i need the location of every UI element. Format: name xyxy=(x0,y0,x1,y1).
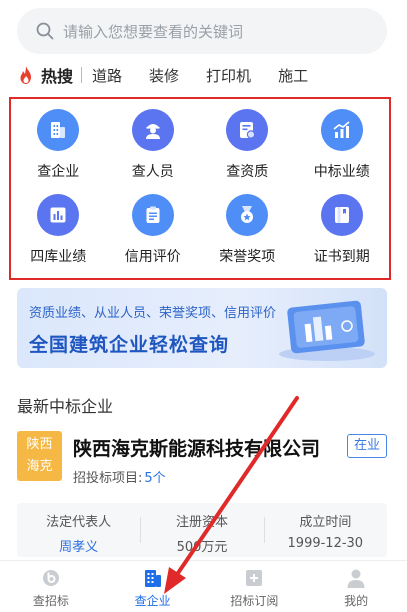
category-credit[interactable]: 信用评价 xyxy=(106,193,201,279)
section-title: 最新中标企业 xyxy=(17,397,114,416)
category-label: 查资质 xyxy=(226,164,269,180)
building-icon xyxy=(37,109,80,151)
category-honors[interactable]: 荣誉奖项 xyxy=(200,193,295,279)
category-person[interactable]: 查人员 xyxy=(106,109,201,194)
subscribe-icon xyxy=(246,570,263,586)
building-card-illustration xyxy=(279,300,375,361)
hot-keyword[interactable]: 装修 xyxy=(149,65,179,86)
search-input[interactable]: 请输入您想要查看的关键词 xyxy=(63,21,243,42)
tab-label: 我的 xyxy=(344,594,369,608)
hot-search-row: 热搜 道路 装修 打印机 施工 xyxy=(17,62,335,88)
company-logo: 陕西 海克 xyxy=(17,431,62,481)
certificate-icon xyxy=(226,109,269,151)
divider xyxy=(81,67,83,83)
company-card[interactable]: 陕西 海克 陕西海克斯能源科技有限公司 在业 招投标项目: 5个 xyxy=(17,431,387,487)
search-bid-icon xyxy=(42,570,59,586)
tab-label: 招标订阅 xyxy=(230,594,279,608)
banner-title: 全国建筑企业轻松查询 xyxy=(29,334,230,356)
tab-label: 查企业 xyxy=(134,594,171,608)
hot-search-label: 热搜 xyxy=(41,67,74,86)
founded-value: 1999-12-30 xyxy=(287,536,364,551)
capital-label: 注册资本 xyxy=(175,515,228,530)
category-cert-expiry[interactable]: 证书到期 xyxy=(295,193,390,279)
banner-subtitle: 资质业绩、从业人员、荣誉奖项、信用评价 xyxy=(29,306,277,321)
category-label: 中标业绩 xyxy=(313,164,370,180)
founded-column: 成立时间 1999-12-30 xyxy=(263,503,387,557)
projects-label: 招投标项目: xyxy=(73,471,143,486)
company-logo-line: 陕西 xyxy=(26,437,53,452)
promo-banner[interactable]: 资质业绩、从业人员、荣誉奖项、信用评价 全国建筑企业轻松查询 xyxy=(17,288,387,368)
category-label: 四库业绩 xyxy=(30,248,87,265)
building-icon xyxy=(144,570,161,587)
founded-label: 成立时间 xyxy=(299,515,352,530)
category-four-library[interactable]: 四库业绩 xyxy=(11,193,106,279)
tab-search-bid[interactable]: 查招标 xyxy=(0,561,102,612)
person-icon xyxy=(131,109,174,151)
chart-up-icon xyxy=(320,109,363,151)
company-projects: 招投标项目: 5个 xyxy=(73,467,166,486)
category-grid: 查企业 查人员 查资质 中标业绩 四库业绩 信用评价 荣誉奖项 证书到期 xyxy=(11,99,389,278)
category-label: 证书到期 xyxy=(313,248,370,265)
category-label: 查企业 xyxy=(37,164,80,180)
category-bid-performance[interactable]: 中标业绩 xyxy=(295,109,390,194)
hot-keyword[interactable]: 道路 xyxy=(92,65,122,86)
projects-count[interactable]: 5个 xyxy=(144,471,165,486)
tab-label: 查招标 xyxy=(32,594,69,608)
legal-rep-label: 法定代表人 xyxy=(46,515,112,530)
fire-icon xyxy=(20,66,31,84)
bottom-tab-bar: 查招标 查企业 招标订阅 我的 xyxy=(0,560,407,612)
legal-rep-link[interactable]: 周孝义 xyxy=(17,536,140,555)
hot-keyword[interactable]: 施工 xyxy=(278,65,308,86)
user-icon xyxy=(347,569,365,588)
category-company[interactable]: 查企业 xyxy=(11,109,106,194)
tab-search-company[interactable]: 查企业 xyxy=(102,561,204,612)
clipboard-icon xyxy=(131,193,174,236)
hot-keyword[interactable]: 打印机 xyxy=(206,65,251,86)
tab-bid-subscription[interactable]: 招标订阅 xyxy=(204,561,306,612)
status-badge: 在业 xyxy=(347,434,387,458)
book-icon xyxy=(320,193,363,236)
tab-mine[interactable]: 我的 xyxy=(305,561,407,612)
category-qualification[interactable]: 查资质 xyxy=(200,109,295,194)
medal-icon xyxy=(226,193,269,236)
category-label: 荣誉奖项 xyxy=(219,248,276,265)
capital-column: 注册资本 500万元 xyxy=(140,503,263,557)
search-icon xyxy=(36,22,54,40)
bar-chart-icon xyxy=(37,193,80,236)
company-info-row: 法定代表人 周孝义 注册资本 500万元 成立时间 1999-12-30 xyxy=(17,503,387,557)
search-bar[interactable]: 请输入您想要查看的关键词 xyxy=(17,8,387,54)
company-logo-line: 海克 xyxy=(26,459,53,474)
legal-rep-column: 法定代表人 周孝义 xyxy=(17,503,140,557)
category-label: 信用评价 xyxy=(124,248,181,265)
company-name[interactable]: 陕西海克斯能源科技有限公司 xyxy=(73,434,320,461)
capital-value: 500万元 xyxy=(176,540,228,555)
category-grid-highlight: 查企业 查人员 查资质 中标业绩 四库业绩 信用评价 荣誉奖项 证书到期 xyxy=(9,97,391,280)
category-label: 查人员 xyxy=(131,164,174,180)
